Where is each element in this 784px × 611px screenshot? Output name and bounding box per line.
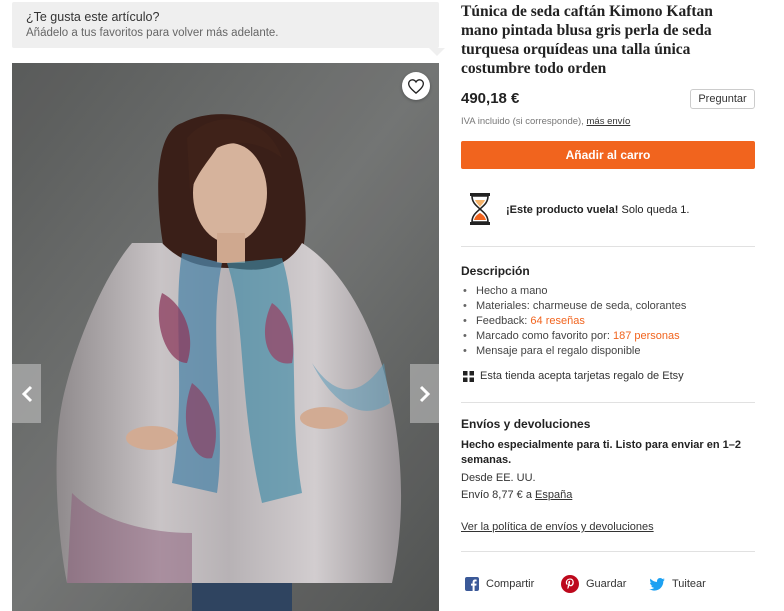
- feedback-label: Feedback:: [476, 315, 531, 327]
- share-facebook-button[interactable]: Compartir: [465, 575, 534, 593]
- share-twitter-label: Tuitear: [672, 578, 706, 590]
- add-to-cart-button[interactable]: Añadir al carro: [461, 141, 755, 169]
- shipping-cost-text: Envío 8,77 € a: [461, 489, 535, 501]
- scarcity-text: ¡Este producto vuela! Solo queda 1.: [506, 204, 689, 216]
- share-pinterest-button[interactable]: Guardar: [561, 575, 626, 593]
- gift-card-icon: [463, 370, 474, 382]
- gift-card-text: Esta tienda acepta tarjetas regalo de Et…: [480, 370, 684, 382]
- previous-image-button[interactable]: [12, 364, 41, 423]
- chevron-right-icon: [419, 385, 430, 402]
- share-pinterest-label: Guardar: [586, 578, 627, 590]
- product-title: Túnica de seda caftán Kimono Kaftan mano…: [461, 3, 713, 77]
- vat-note: IVA incluido (si corresponde), más envío: [461, 116, 630, 127]
- divider: [461, 402, 755, 403]
- description-heading: Descripción: [461, 264, 530, 278]
- ask-question-button[interactable]: Preguntar: [690, 89, 755, 109]
- vat-text: IVA incluido (si corresponde),: [461, 116, 584, 127]
- detail-materials: Materiales: charmeuse de seda, colorante…: [463, 299, 686, 314]
- favorite-tooltip: ¿Te gusta este artículo? Añádelo a tus f…: [12, 2, 445, 56]
- favorite-button[interactable]: [402, 72, 430, 100]
- shipping-cost: Envío 8,77 € a España: [461, 489, 572, 501]
- processing-time: Hecho especialmente para ti. Listo para …: [461, 439, 742, 466]
- ships-from: Desde EE. UU.: [461, 472, 536, 484]
- heart-icon: [408, 78, 424, 94]
- share-twitter-button[interactable]: Tuitear: [649, 575, 706, 593]
- twitter-icon: [649, 577, 665, 591]
- shipping-cost-link[interactable]: más envío: [587, 116, 631, 127]
- product-image[interactable]: [12, 63, 439, 611]
- detail-gift-message: Mensaje para el regalo disponible: [463, 344, 686, 359]
- scarcity-rest: Solo queda 1.: [618, 204, 690, 216]
- detail-handmade: Hecho a mano: [463, 284, 686, 299]
- share-facebook-label: Compartir: [486, 578, 535, 590]
- destination-link[interactable]: España: [535, 489, 572, 501]
- detail-favorited: Marcado como favorito por: 187 personas: [463, 329, 686, 344]
- divider: [461, 551, 755, 552]
- chevron-left-icon: [21, 385, 32, 402]
- shipping-heading: Envíos y devoluciones: [461, 417, 591, 431]
- gift-card-notice: Esta tienda acepta tarjetas regalo de Et…: [463, 370, 684, 382]
- shipping-policy-link[interactable]: Ver la política de envíos y devoluciones: [461, 521, 654, 533]
- product-photo-illustration: [12, 63, 439, 611]
- item-details-list: Hecho a mano Materiales: charmeuse de se…: [463, 284, 686, 359]
- next-image-button[interactable]: [410, 364, 439, 423]
- scarcity-notice: ¡Este producto vuela! Solo queda 1.: [461, 190, 755, 230]
- favorite-tooltip-hint: Añádelo a tus favoritos para volver más …: [26, 27, 279, 39]
- favoriters-link[interactable]: 187 personas: [613, 330, 680, 342]
- reviews-link[interactable]: 64 reseñas: [530, 315, 584, 327]
- product-price: 490,18 €: [461, 90, 520, 107]
- scarcity-bold: ¡Este producto vuela!: [506, 204, 619, 216]
- pinterest-icon: [561, 575, 579, 593]
- detail-feedback: Feedback: 64 reseñas: [463, 314, 686, 329]
- tooltip-caret: [429, 48, 445, 56]
- divider: [461, 246, 755, 247]
- hourglass-icon: [470, 193, 490, 225]
- favorited-label: Marcado como favorito por:: [476, 330, 613, 342]
- favorite-tooltip-question: ¿Te gusta este artículo?: [26, 10, 160, 24]
- facebook-icon: [465, 577, 479, 591]
